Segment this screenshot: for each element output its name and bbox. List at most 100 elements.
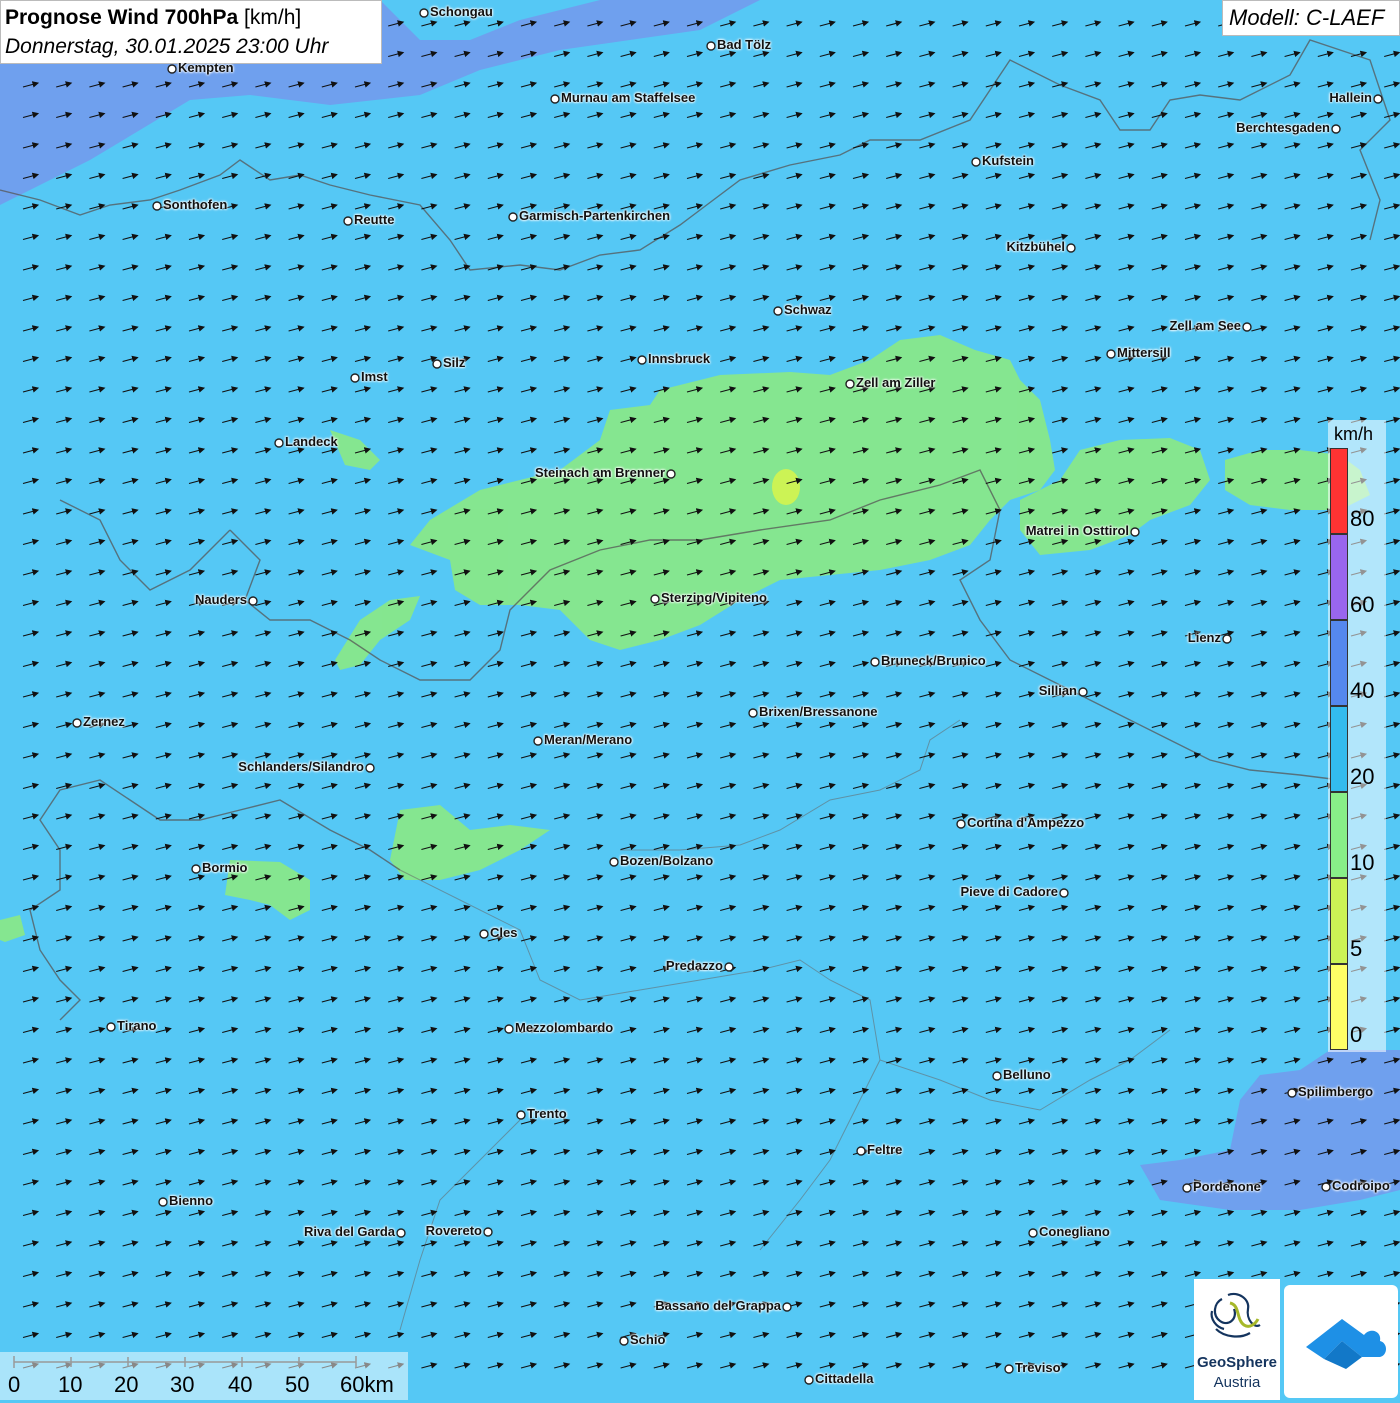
city-marker-icon xyxy=(666,469,676,479)
city-marker-icon xyxy=(971,157,981,167)
legend-label: 80 xyxy=(1350,506,1375,531)
city-marker-icon xyxy=(804,1375,814,1385)
city-marker-icon xyxy=(724,962,734,972)
city-marker-icon xyxy=(748,708,758,718)
city-label: Matrei in Osttirol xyxy=(1025,523,1129,538)
map-title: Prognose Wind 700hPa [km/h] xyxy=(5,6,302,29)
city-label: Reutte xyxy=(354,212,395,227)
city-label: Landeck xyxy=(285,434,338,449)
city-marker-icon xyxy=(167,64,177,74)
city-label: Mezzolombardo xyxy=(515,1020,614,1035)
wind-zone-0-5 xyxy=(772,469,800,505)
geosphere-emblem-icon xyxy=(1210,1292,1261,1338)
legend-unit: km/h xyxy=(1334,424,1374,444)
city-marker-icon xyxy=(191,864,201,874)
legend-label: 10 xyxy=(1350,850,1375,875)
city-marker-icon xyxy=(609,857,619,867)
city-marker-icon xyxy=(845,379,855,389)
city-label: Treviso xyxy=(1015,1360,1061,1375)
city-marker-icon xyxy=(365,763,375,773)
app-logo xyxy=(1284,1285,1398,1398)
city-label: Schlanders/Silandro xyxy=(238,759,364,774)
city-marker-icon xyxy=(1078,687,1088,697)
city-label: Hallein xyxy=(1329,90,1372,105)
map-subtitle: Donnerstag, 30.01.2025 23:00 Uhr xyxy=(5,35,329,58)
city-marker-icon xyxy=(1321,1182,1331,1192)
city-label: Belluno xyxy=(1003,1067,1051,1082)
city-label: Brixen/Bressanone xyxy=(759,704,878,719)
legend-swatch xyxy=(1330,964,1348,1050)
city-label: Sterzing/Vipiteno xyxy=(661,590,767,605)
city-marker-icon xyxy=(1222,634,1232,644)
city-marker-icon xyxy=(1028,1228,1038,1238)
scale-bar: 0 10 20 30 40 50 60km xyxy=(0,1352,408,1400)
city-label: Schongau xyxy=(430,4,493,19)
city-marker-icon xyxy=(1182,1183,1192,1193)
city-label: Imst xyxy=(361,369,388,384)
city-label: Murnau am Staffelsee xyxy=(561,90,696,105)
color-legend: km/h 80 60 40 20 10 5 0 xyxy=(1328,420,1386,1052)
scale-label: 40 xyxy=(228,1372,253,1397)
city-marker-icon xyxy=(1059,888,1069,898)
city-marker-icon xyxy=(637,355,647,365)
city-marker-icon xyxy=(773,306,783,316)
city-label: Nauders xyxy=(194,592,247,607)
city-marker-icon xyxy=(870,657,880,667)
city-label: Garmisch-Partenkirchen xyxy=(519,208,671,223)
scale-label: 30 xyxy=(170,1372,195,1397)
city-label: Berchtesgaden xyxy=(1236,120,1330,135)
city-marker-icon xyxy=(343,216,353,226)
city-marker-icon xyxy=(650,594,660,604)
city-marker-icon xyxy=(992,1071,1002,1081)
city-label: Cittadella xyxy=(815,1371,874,1386)
city-label: Kufstein xyxy=(982,153,1034,168)
city-marker-icon xyxy=(419,8,429,18)
city-marker-icon xyxy=(1066,243,1076,253)
city-marker-icon xyxy=(1130,527,1140,537)
city-marker-icon xyxy=(706,41,716,51)
city-marker-icon xyxy=(72,718,82,728)
city-marker-icon xyxy=(1106,349,1116,359)
city-label: Mittersill xyxy=(1117,345,1171,360)
city-label: Schio xyxy=(630,1332,666,1347)
title-box: Prognose Wind 700hPa [km/h] Donnerstag, … xyxy=(0,0,382,64)
city-label: Zell am See xyxy=(1169,318,1241,333)
geosphere-name: GeoSphere xyxy=(1196,1354,1278,1371)
city-marker-icon xyxy=(782,1302,792,1312)
city-label: Bozen/Bolzano xyxy=(620,853,714,868)
city-label: Pieve di Cadore xyxy=(960,884,1058,899)
legend-label: 20 xyxy=(1350,764,1375,789)
city-label: Rovereto xyxy=(425,1223,482,1238)
city-marker-icon xyxy=(516,1110,526,1120)
city-label: Steinach am Brenner xyxy=(534,465,665,480)
legend-swatch xyxy=(1330,620,1348,706)
scale-label: 50 xyxy=(285,1372,310,1397)
legend-swatch xyxy=(1330,448,1348,534)
city-marker-icon xyxy=(396,1228,406,1238)
city-label: Predazzo xyxy=(665,958,723,973)
city-label: Bad Tölz xyxy=(717,37,772,52)
legend-label: 5 xyxy=(1350,936,1363,961)
city-marker-icon xyxy=(1242,322,1252,332)
city-label: Cles xyxy=(490,925,518,940)
city-label: Trento xyxy=(527,1106,567,1121)
scale-label: 0 xyxy=(8,1372,21,1397)
city-marker-icon xyxy=(956,819,966,829)
city-marker-icon xyxy=(274,438,284,448)
scale-label: 60km xyxy=(340,1372,394,1397)
city-label: Zell am Ziller xyxy=(856,375,936,390)
city-marker-icon xyxy=(350,373,360,383)
city-label: Bruneck/Brunico xyxy=(881,653,986,668)
city-label: Conegliano xyxy=(1039,1224,1110,1239)
cloud-arrow-logo-icon xyxy=(1306,1319,1386,1369)
legend-label: 40 xyxy=(1350,678,1375,703)
geosphere-sub: Austria xyxy=(1213,1374,1261,1391)
city-marker-icon xyxy=(533,736,543,746)
city-marker-icon xyxy=(619,1336,629,1346)
legend-label: 60 xyxy=(1350,592,1375,617)
city-marker-icon xyxy=(248,596,258,606)
city-label: Meran/Merano xyxy=(544,732,633,747)
city-marker-icon xyxy=(856,1146,866,1156)
city-marker-icon xyxy=(483,1227,493,1237)
city-label: Innsbruck xyxy=(648,351,711,366)
